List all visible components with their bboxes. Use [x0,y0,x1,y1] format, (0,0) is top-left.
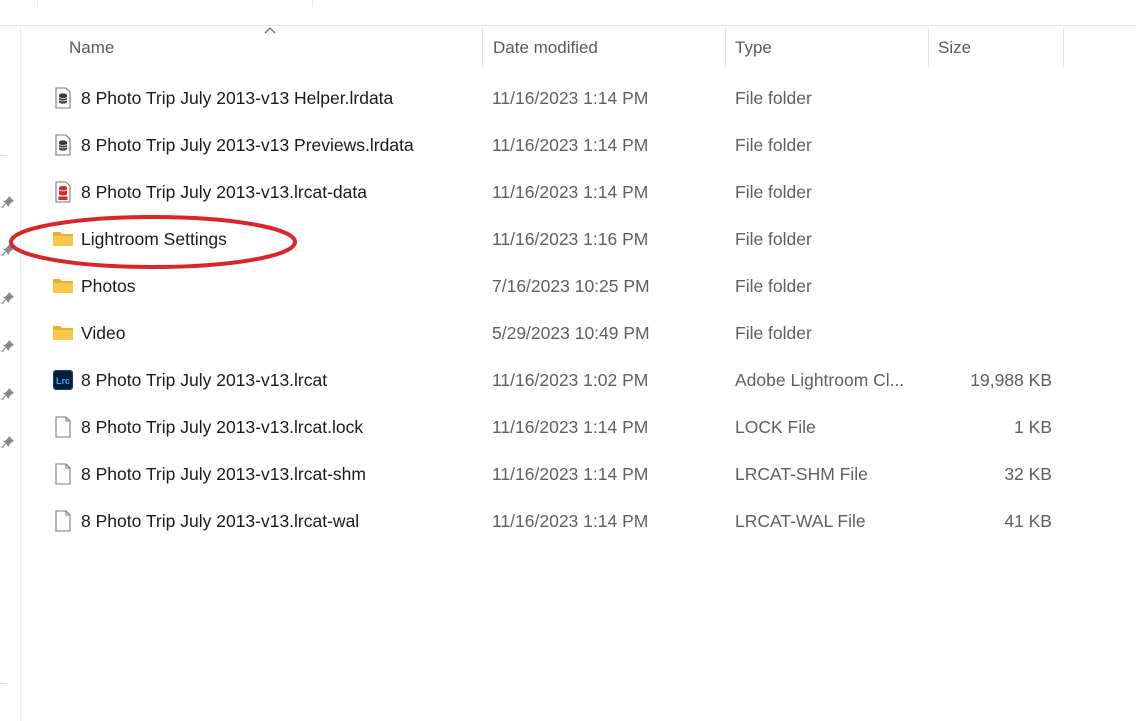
file-date: 11/16/2023 1:14 PM [492,511,649,531]
file-type: LRCAT-SHM File [735,464,868,484]
file-type: Adobe Lightroom Cl... [735,370,905,390]
nav-divider [0,683,6,684]
toolbar-divider [312,0,313,7]
file-row[interactable]: 8 Photo Trip July 2013-v13.lrcat-wal 11/… [21,498,1081,545]
folder-icon [53,326,73,340]
navigation-pane[interactable] [0,26,21,721]
folder-icon [53,232,73,246]
file-type: File folder [735,229,812,249]
folder-icon [53,279,73,293]
file-row[interactable]: 8 Photo Trip July 2013-v13.lrcat.lock 11… [21,404,1081,451]
pin-icon[interactable] [1,339,15,353]
toolbar-divider [37,0,38,7]
file-date: 11/16/2023 1:14 PM [492,88,649,108]
pin-icon[interactable] [1,387,15,401]
file-date: 11/16/2023 1:14 PM [492,464,649,484]
lightroom-badge-text: Lrc [56,376,70,386]
file-name: Video [81,323,126,343]
file-row[interactable]: 8 Photo Trip July 2013-v13.lrcat-shm 11/… [21,451,1081,498]
file-size: 1 KB [1014,417,1052,437]
file-date: 5/29/2023 10:49 PM [492,323,650,343]
column-header-name[interactable]: Name [69,38,114,58]
file-date: 11/16/2023 1:14 PM [492,182,649,202]
file-type: File folder [735,88,812,108]
file-name: 8 Photo Trip July 2013-v13 Previews.lrda… [81,135,414,155]
file-row[interactable]: Lrc 8 Photo Trip July 2013-v13.lrcat 11/… [21,357,1081,404]
column-header-date-modified[interactable]: Date modified [493,38,598,58]
file-type: LRCAT-WAL File [735,511,866,531]
lrdata-file-icon [55,134,71,156]
file-type: LOCK File [735,417,816,437]
file-row[interactable]: 8 Photo Trip July 2013-v13.lrcat-data 11… [21,169,1081,216]
file-type: File folder [735,135,812,155]
file-date: 11/16/2023 1:16 PM [492,229,649,249]
file-type: File folder [735,323,812,343]
chevron-up-icon [264,27,276,34]
file-row[interactable]: Video 5/29/2023 10:49 PM File folder [21,310,1081,357]
nav-divider [0,155,6,156]
pin-icon[interactable] [1,291,15,305]
file-name: 8 Photo Trip July 2013-v13.lrcat-wal [81,511,360,531]
file-row[interactable]: 8 Photo Trip July 2013-v13 Helper.lrdata… [21,75,1081,122]
column-header-size[interactable]: Size [938,38,971,58]
column-divider[interactable] [1063,27,1064,67]
file-size: 19,988 KB [970,370,1052,390]
generic-file-icon [55,416,71,438]
file-size: 32 KB [1004,464,1052,484]
file-size: 41 KB [1004,511,1052,531]
pin-icon[interactable] [1,243,15,257]
generic-file-icon [55,510,71,532]
file-name: 8 Photo Trip July 2013-v13 Helper.lrdata [81,88,394,108]
file-date: 11/16/2023 1:14 PM [492,417,649,437]
file-type: File folder [735,182,812,202]
lightroom-catalog-icon: Lrc [53,370,73,390]
file-date: 11/16/2023 1:02 PM [492,370,649,390]
column-divider[interactable] [482,27,483,67]
lrcat-data-icon [55,181,71,203]
column-divider[interactable] [928,27,929,67]
file-name: 8 Photo Trip July 2013-v13.lrcat [81,370,328,390]
file-name: 8 Photo Trip July 2013-v13.lrcat.lock [81,417,364,437]
file-date: 7/16/2023 10:25 PM [492,276,650,296]
file-explorer-window: Name Date modified Type Size 8 Photo Tri… [0,0,1136,721]
file-row[interactable]: Photos 7/16/2023 10:25 PM File folder [21,263,1081,310]
generic-file-icon [55,463,71,485]
pin-icon[interactable] [1,195,15,209]
file-type: File folder [735,276,812,296]
lrdata-file-icon [55,87,71,109]
toolbar-strip [0,0,1136,26]
file-name: Photos [81,276,136,296]
column-divider[interactable] [725,27,726,67]
file-name: 8 Photo Trip July 2013-v13.lrcat-data [81,182,367,202]
column-header-type[interactable]: Type [735,38,772,58]
file-row[interactable]: 8 Photo Trip July 2013-v13 Previews.lrda… [21,122,1081,169]
file-name: Lightroom Settings [81,229,227,249]
file-row[interactable]: Lightroom Settings 11/16/2023 1:16 PM Fi… [21,216,1081,263]
pin-icon[interactable] [1,435,15,449]
file-name: 8 Photo Trip July 2013-v13.lrcat-shm [81,464,366,484]
file-date: 11/16/2023 1:14 PM [492,135,649,155]
